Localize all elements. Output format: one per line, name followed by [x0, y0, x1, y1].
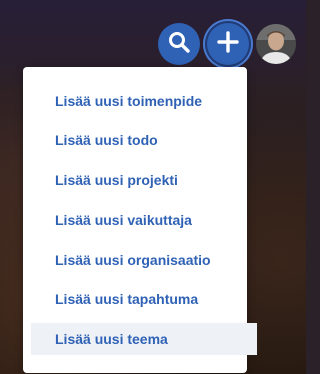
- menu-item-add-theme[interactable]: Lisää uusi teema: [31, 323, 257, 355]
- menu-item-add-todo[interactable]: Lisää uusi todo: [31, 124, 257, 156]
- menu-item-add-action[interactable]: Lisää uusi toimenpide: [31, 85, 257, 117]
- menu-item-add-event[interactable]: Lisää uusi tapahtuma: [31, 283, 257, 315]
- plus-icon: [217, 30, 239, 58]
- add-menu-dropdown: Lisää uusi toimenpide Lisää uusi todo Li…: [23, 67, 257, 373]
- search-icon: [167, 30, 191, 59]
- menu-item-add-project[interactable]: Lisää uusi projekti: [31, 164, 257, 196]
- user-avatar[interactable]: [256, 24, 296, 64]
- menu-item-add-organisation[interactable]: Lisää uusi organisaatio: [31, 244, 257, 276]
- menu-item-add-influencer[interactable]: Lisää uusi vaikuttaja: [31, 204, 257, 236]
- add-new-button[interactable]: [207, 23, 249, 65]
- search-button[interactable]: [158, 23, 200, 65]
